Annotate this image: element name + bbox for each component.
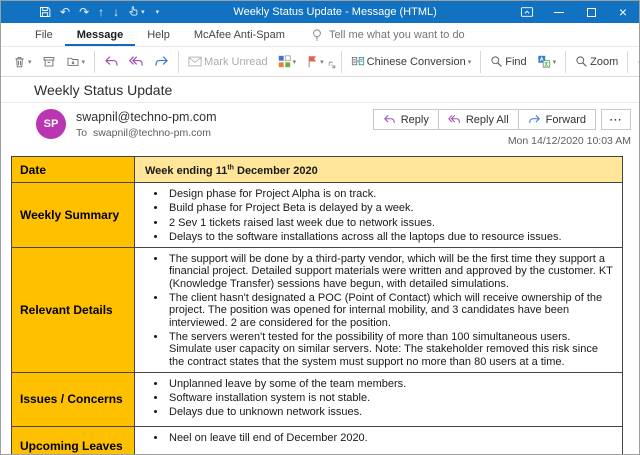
categorize-icon: [278, 55, 291, 68]
table-row: Weekly Summary Design phase for Project A…: [12, 183, 623, 248]
move-down-icon[interactable]: ↓: [113, 6, 119, 18]
dialog-launcher-icon[interactable]: [328, 61, 336, 69]
categorize-button[interactable]: ▾: [274, 52, 301, 71]
move-button[interactable]: ▾: [62, 52, 90, 71]
envelope-icon: [188, 56, 202, 67]
bullet-item: Delays due to unknown network issues.: [167, 406, 616, 418]
sender-address[interactable]: swapnil@techno-pm.com: [76, 110, 217, 124]
message-pane: Weekly Status Update SP swapnil@techno-p…: [1, 77, 639, 454]
ribbon-display-options-icon[interactable]: [511, 1, 543, 23]
redo-icon[interactable]: ↷: [79, 6, 89, 18]
trash-icon: [13, 55, 26, 69]
message-subject: Weekly Status Update: [34, 82, 631, 98]
row-content: Neel on leave till end of December 2020.: [135, 426, 623, 454]
table-row: DateWeek ending 11th December 2020: [12, 157, 623, 183]
more-actions-button[interactable]: ⋯: [601, 109, 631, 130]
row-content: Unplanned leave by some of the team memb…: [135, 372, 623, 426]
bullet-item: The support will be done by a third-part…: [167, 253, 616, 290]
reply-icon: [104, 55, 119, 68]
reply-all-button[interactable]: [125, 52, 148, 71]
table-row: Issues / Concerns Unplanned leave by some…: [12, 372, 623, 426]
delete-button[interactable]: ▾: [9, 52, 36, 72]
move-folder-icon: [66, 55, 80, 68]
tab-file[interactable]: File: [23, 23, 65, 46]
forward-icon: [154, 55, 169, 68]
tab-help[interactable]: Help: [135, 23, 182, 46]
ribbon-toolbar: ▾ ▾ Mark Unread: [1, 47, 639, 77]
message-actions: Reply Reply All Forward ⋯: [373, 109, 631, 130]
reply-action-button[interactable]: Reply: [373, 109, 439, 130]
sender-avatar[interactable]: SP: [36, 109, 66, 139]
recipient-address: swapnil@techno-pm.com: [93, 127, 211, 139]
forward-action-button[interactable]: Forward: [518, 109, 596, 130]
row-content: Design phase for Project Alpha is on tra…: [135, 183, 623, 248]
row-content: Week ending 11th December 2020: [135, 157, 623, 183]
save-icon[interactable]: [39, 6, 51, 18]
window-title: Weekly Status Update - Message (HTML): [159, 6, 511, 18]
bullet-item: 2 Sev 1 tickets raised last week due to …: [167, 217, 616, 229]
translate-icon: [537, 55, 551, 68]
bullet-item: Neel on leave till end of December 2020.: [167, 432, 616, 444]
ribbon-tab-bar: File Message Help McAfee Anti-Spam Tell …: [1, 23, 639, 47]
zoom-icon: [575, 55, 588, 68]
translate-button[interactable]: ▾: [533, 52, 561, 71]
bullet-item: Delays to the software installations acr…: [167, 231, 616, 243]
recipient-line[interactable]: To swapnil@techno-pm.com: [76, 127, 217, 139]
chinese-conversion-button[interactable]: Chinese Conversion ▾: [347, 52, 476, 71]
mark-unread-button: Mark Unread: [184, 53, 272, 71]
bullet-item: Design phase for Project Alpha is on tra…: [167, 188, 616, 200]
flag-icon: [306, 55, 318, 68]
more-commands-button[interactable]: ⋯: [633, 51, 640, 73]
follow-up-flag-button[interactable]: ▾: [302, 52, 328, 71]
lightbulb-icon: [311, 28, 323, 42]
forward-icon: [528, 114, 541, 125]
row-content: The support will be done by a third-part…: [135, 248, 623, 373]
title-bar: ↶ ↷ ↑ ↓ ▾ ▾ Weekly Status Update - Messa…: [1, 1, 639, 23]
tell-me-search[interactable]: Tell me what you want to do: [311, 28, 465, 42]
bullet-item: Build phase for Project Beta is delayed …: [167, 202, 616, 214]
maximize-button[interactable]: [575, 1, 607, 23]
table-row: Upcoming Leaves Neel on leave till end of…: [12, 426, 623, 454]
status-table: DateWeek ending 11th December 2020Weekly…: [11, 156, 623, 454]
reply-button[interactable]: [100, 52, 123, 71]
row-label: Upcoming Leaves: [12, 426, 135, 454]
window-controls: ×: [511, 1, 639, 23]
reply-all-action-button[interactable]: Reply All: [438, 109, 519, 130]
find-button[interactable]: Find: [486, 52, 530, 71]
reply-all-icon: [129, 55, 144, 68]
row-label: Issues / Concerns: [12, 372, 135, 426]
close-button[interactable]: ×: [607, 1, 639, 23]
zoom-button[interactable]: Zoom: [571, 52, 622, 71]
undo-icon[interactable]: ↶: [60, 6, 70, 18]
bullet-item: The servers weren't tested for the possi…: [167, 331, 616, 368]
table-row: Relevant Details The support will be done…: [12, 248, 623, 373]
minimize-button[interactable]: [543, 1, 575, 23]
archive-icon: [42, 55, 56, 68]
bullet-item: Software installation system is not stab…: [167, 392, 616, 404]
message-header: SP swapnil@techno-pm.com To swapnil@tech…: [1, 103, 639, 151]
archive-button[interactable]: [38, 52, 60, 71]
outlook-message-window: ↶ ↷ ↑ ↓ ▾ ▾ Weekly Status Update - Messa…: [0, 0, 640, 455]
touch-mouse-mode-icon[interactable]: ▾: [128, 6, 145, 18]
message-timestamp: Mon 14/12/2020 10:03 AM: [508, 135, 631, 147]
bullet-item: The client hasn't designated a POC (Poin…: [167, 292, 616, 329]
quick-access-toolbar: ↶ ↷ ↑ ↓ ▾ ▾: [1, 6, 159, 18]
customize-qat-icon[interactable]: ▾: [156, 8, 160, 16]
forward-button[interactable]: [150, 52, 173, 71]
move-up-icon[interactable]: ↑: [98, 6, 104, 18]
reply-icon: [383, 114, 396, 125]
bullet-item: Unplanned leave by some of the team memb…: [167, 378, 616, 390]
row-label: Relevant Details: [12, 248, 135, 373]
row-label: Weekly Summary: [12, 183, 135, 248]
row-label: Date: [12, 157, 135, 183]
reply-all-icon: [448, 114, 461, 125]
chinese-conversion-icon: [351, 55, 365, 68]
tab-mcafee-antispam[interactable]: McAfee Anti-Spam: [182, 23, 297, 46]
search-icon: [490, 55, 503, 68]
tab-message[interactable]: Message: [65, 23, 135, 46]
subject-row: Weekly Status Update: [1, 77, 639, 103]
